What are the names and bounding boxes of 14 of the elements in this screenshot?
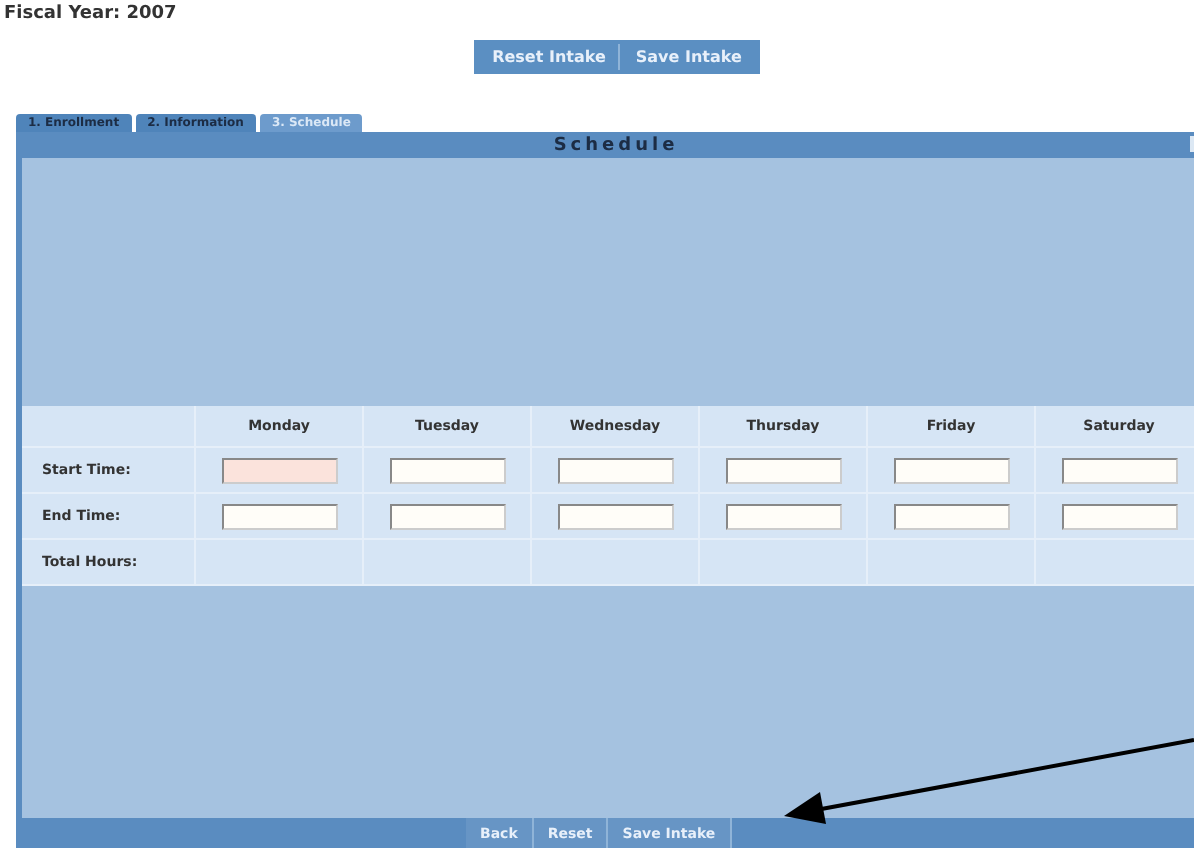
- time-field[interactable]: [557, 457, 673, 483]
- time-field[interactable]: [389, 503, 505, 529]
- panel-title: Schedule: [553, 135, 679, 155]
- time-field[interactable]: [389, 457, 505, 483]
- time-field[interactable]: [221, 503, 337, 529]
- fiscal-year-label: Fiscal Year: 2007: [2, 2, 179, 28]
- time-field[interactable]: [557, 503, 673, 529]
- time-field[interactable]: [1061, 503, 1177, 529]
- time-field[interactable]: [1061, 457, 1177, 483]
- time-field[interactable]: [221, 457, 337, 483]
- time-field[interactable]: [725, 503, 841, 529]
- time-field[interactable]: [725, 457, 841, 483]
- time-field[interactable]: [893, 457, 1009, 483]
- time-field[interactable]: [893, 503, 1009, 529]
